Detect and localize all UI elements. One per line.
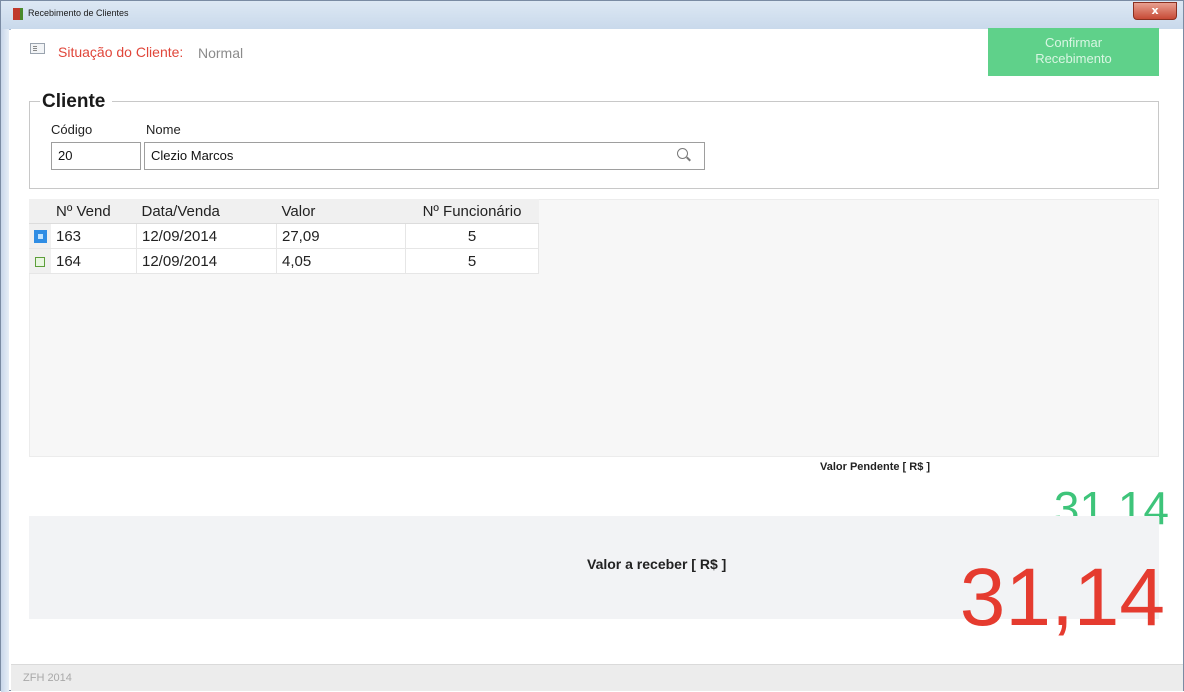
cell-value[interactable]: 27,09	[276, 223, 406, 249]
grid-header-value[interactable]: Valor	[276, 199, 406, 224]
client-status-value: Normal	[198, 45, 244, 61]
grid-header-row: Nº Vend Data/Venda Valor Nº Funcionário	[29, 199, 539, 224]
name-label: Nome	[146, 122, 181, 137]
receive-amount-value: 31,14	[959, 552, 1165, 643]
row-selector[interactable]	[29, 248, 51, 274]
table-row[interactable]: 163 12/09/2014 27,09 5	[29, 223, 539, 249]
grid-header-selector	[29, 199, 51, 224]
id-card-icon	[30, 43, 45, 54]
row-check-icon	[35, 256, 45, 267]
cell-value[interactable]: 4,05	[276, 248, 406, 274]
code-field[interactable]: 20	[51, 142, 141, 170]
close-button[interactable]: x	[1133, 2, 1177, 20]
grid-header-num[interactable]: Nº Vend	[51, 199, 137, 224]
code-label: Código	[51, 122, 93, 137]
sales-grid: Nº Vend Data/Venda Valor Nº Funcionário …	[29, 199, 539, 274]
window-left-edge	[1, 29, 9, 692]
cell-num[interactable]: 163	[51, 223, 137, 249]
confirm-receipt-button[interactable]: Confirmar Recebimento	[988, 28, 1159, 76]
status-bar: ZFH 2014	[11, 664, 1183, 691]
client-status-label: Situação do Cliente:	[58, 44, 184, 60]
window-title: Recebimento de Clientes	[28, 8, 129, 18]
row-selected-icon	[33, 230, 47, 244]
cell-employee[interactable]: 5	[405, 223, 539, 249]
confirm-button-line1: Confirmar	[1044, 35, 1103, 50]
confirm-button-line2: Recebimento	[1035, 51, 1112, 66]
row-selector[interactable]	[29, 223, 51, 249]
app-icon	[13, 8, 23, 20]
receive-amount-label: Valor a receber [ R$ ]	[587, 556, 727, 572]
main-window: Recebimento de Clientes x Situação do Cl…	[0, 0, 1184, 692]
table-row[interactable]: 164 12/09/2014 4,05 5	[29, 248, 539, 274]
client-group-title: Cliente	[40, 91, 113, 113]
name-field[interactable]: Clezio Marcos	[144, 142, 705, 170]
search-icon[interactable]	[677, 148, 688, 159]
footer-text: ZFH 2014	[23, 672, 72, 684]
cell-employee[interactable]: 5	[405, 248, 539, 274]
pending-amount-label: Valor Pendente [ R$ ]	[820, 461, 931, 473]
grid-header-employee[interactable]: Nº Funcionário	[405, 199, 539, 224]
title-bar: Recebimento de Clientes x	[1, 1, 1183, 30]
grid-header-date[interactable]: Data/Venda	[136, 199, 277, 224]
cell-num[interactable]: 164	[51, 248, 137, 274]
cell-date[interactable]: 12/09/2014	[136, 223, 277, 249]
cell-date[interactable]: 12/09/2014	[136, 248, 277, 274]
name-field-value: Clezio Marcos	[151, 148, 234, 163]
